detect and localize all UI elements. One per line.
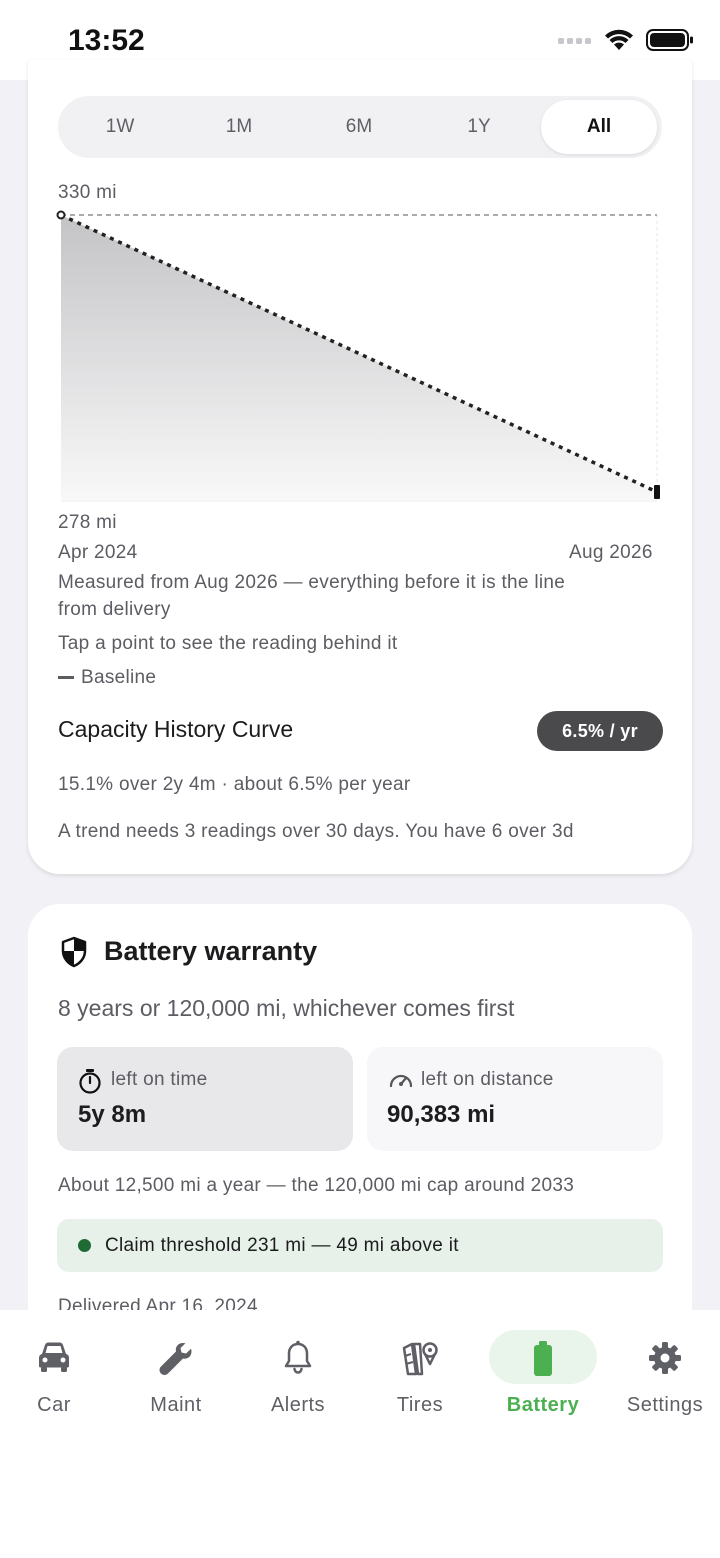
tab-car[interactable]: Car: [0, 1310, 114, 1430]
distance-left-label: left on distance: [421, 1069, 554, 1090]
shield-icon: [61, 936, 87, 968]
y-axis-min-label: 278 mi: [58, 512, 117, 533]
tab-battery[interactable]: Battery: [483, 1310, 603, 1430]
tab-alerts-label: Alerts: [270, 1394, 326, 1416]
x-axis-start-label: Apr 2024: [58, 542, 138, 563]
tab-maint-label: Maint: [150, 1394, 202, 1416]
x-axis-end-label: Aug 2026: [569, 542, 653, 563]
data-point-start: [56, 210, 66, 220]
trend-note: A trend needs 3 readings over 30 days. Y…: [58, 821, 574, 842]
tab-tires-label: Tires: [396, 1394, 444, 1416]
time-left-label: left on time: [111, 1069, 208, 1090]
claim-threshold-text: Claim threshold 231 mi — 49 mi above it: [105, 1235, 459, 1256]
battery-icon: [534, 1341, 552, 1376]
tab-settings-label: Settings: [626, 1394, 704, 1416]
rate-badge: 6.5% / yr: [537, 711, 663, 751]
tap-hint: Tap a point to see the reading behind it: [58, 633, 398, 654]
car-icon: [39, 1342, 69, 1372]
tab-car-label: Car: [37, 1394, 71, 1416]
tab-maint[interactable]: Maint: [116, 1310, 236, 1430]
distance-left-value: 90,383 mi: [387, 1101, 496, 1128]
warranty-title: Battery warranty: [104, 936, 318, 966]
legend-label: Baseline: [81, 667, 157, 688]
claim-threshold-banner: Claim threshold 231 mi — 49 mi above it: [57, 1219, 663, 1272]
tab-battery-label: Battery: [506, 1394, 580, 1416]
time-left-value: 5y 8m: [78, 1101, 147, 1128]
capacity-summary: 15.1% over 2y 4m · about 6.5% per year: [58, 774, 411, 795]
tab-alerts[interactable]: Alerts: [238, 1310, 358, 1430]
tab-settings[interactable]: Settings: [605, 1310, 720, 1430]
legend-swatch: [58, 676, 74, 679]
tab-tires[interactable]: Tires: [360, 1310, 480, 1430]
gear-icon: [649, 1342, 681, 1374]
data-point-end: [654, 485, 660, 499]
capacity-chart[interactable]: [0, 0, 720, 520]
warranty-subtitle: 8 years or 120,000 mi, whichever comes f…: [58, 995, 515, 1021]
capacity-title: Capacity History Curve: [58, 716, 294, 742]
measured-note-line1: Measured from Aug 2026 — everything befo…: [58, 572, 566, 593]
measured-note-line2: from delivery: [58, 599, 171, 620]
time-left-tile[interactable]: left on time 5y 8m: [57, 1047, 353, 1151]
tab-bar: Car Maint Alerts Tires Battery Settings: [0, 1310, 720, 1558]
status-dot: [78, 1239, 91, 1252]
bell-icon: [284, 1340, 312, 1374]
distance-left-tile[interactable]: left on distance 90,383 mi: [367, 1047, 663, 1151]
wrench-icon: [159, 1343, 192, 1375]
mileage-projection: About 12,500 mi a year — the 120,000 mi …: [58, 1175, 575, 1196]
speedometer-icon: [389, 1074, 413, 1088]
timer-icon: [79, 1069, 101, 1094]
tire-icon: [402, 1342, 438, 1376]
